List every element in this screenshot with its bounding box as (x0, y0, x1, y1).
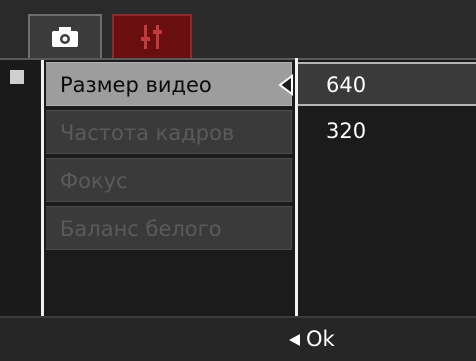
arrow-left-icon (278, 74, 293, 96)
camera-icon (52, 27, 78, 47)
option-640[interactable]: 640 (298, 62, 476, 106)
menu-item-video-size[interactable]: Размер видео (46, 62, 293, 106)
menu-item-label: Фокус (60, 169, 128, 193)
menu-item-white-balance[interactable]: Баланс белого (46, 206, 292, 250)
tab-bar (0, 0, 476, 60)
menu-item-label: Размер видео (60, 73, 212, 97)
options-panel: 640 320 (298, 62, 476, 158)
menu-indicator-strip (0, 60, 44, 316)
option-label: 320 (326, 119, 367, 143)
camera-menu-screen: Размер видео Частота кадров Фокус Баланс… (0, 0, 476, 361)
settings-menu: Размер видео Частота кадров Фокус Баланс… (46, 62, 293, 254)
setup-icon (141, 25, 162, 49)
ok-button[interactable]: Ok (306, 318, 335, 361)
option-label: 640 (326, 73, 367, 97)
menu-item-frame-rate[interactable]: Частота кадров (46, 110, 292, 154)
bottom-bar: Ok (0, 316, 476, 361)
menu-item-label: Баланс белого (60, 217, 222, 241)
tab-camera[interactable] (28, 14, 102, 58)
menu-item-focus[interactable]: Фокус (46, 158, 292, 202)
option-320[interactable]: 320 (298, 110, 476, 154)
page-marker-icon (10, 70, 24, 84)
tab-setup[interactable] (112, 14, 192, 58)
triangle-left-icon (289, 334, 300, 346)
menu-item-label: Частота кадров (60, 121, 235, 145)
scroll-rail (41, 60, 44, 316)
